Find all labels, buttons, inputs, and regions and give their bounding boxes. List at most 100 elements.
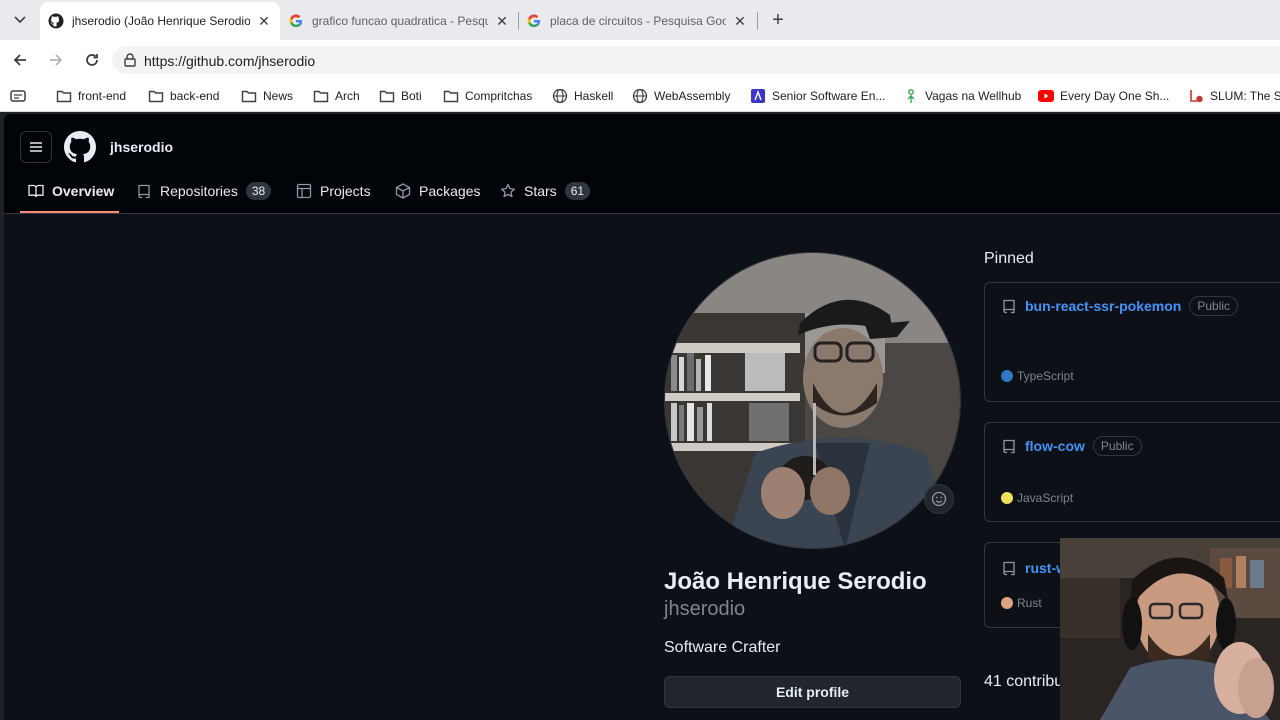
smiley-icon <box>931 491 947 507</box>
bookmark-front-end[interactable]: front-end <box>56 86 126 106</box>
repo-icon <box>1001 298 1017 314</box>
github-logo-icon[interactable] <box>64 131 96 163</box>
language-color-dot <box>1001 597 1013 609</box>
tab-strip: jhserodio (João Henrique Serodio) ✕ graf… <box>0 0 1280 40</box>
globe-icon <box>632 88 648 104</box>
profile-full-name: João Henrique Serodio <box>664 568 927 595</box>
menu-button[interactable] <box>20 131 52 163</box>
tab-stars[interactable]: Stars 61 <box>500 180 591 202</box>
profile-avatar[interactable] <box>664 252 961 549</box>
bookmark-boti[interactable]: Boti <box>379 86 422 106</box>
reading-mode-button[interactable] <box>10 86 32 106</box>
bookmark-label: Compritchas <box>465 89 533 103</box>
tab-google-search-1[interactable]: grafico funcao quadratica - Pesquisa Goo… <box>280 2 518 40</box>
tab-github[interactable]: jhserodio (João Henrique Serodio) ✕ <box>40 2 280 40</box>
bookmark-wellhub[interactable]: Vagas na Wellhub <box>903 86 1021 106</box>
chevron-down-icon <box>14 16 26 24</box>
nav-label: Packages <box>419 183 481 199</box>
bookmark-every-day[interactable]: Every Day One Sh... <box>1038 86 1169 106</box>
reload-button[interactable] <box>80 48 104 72</box>
reload-icon <box>86 54 98 66</box>
url-text[interactable]: https://github.com/jhserodio <box>144 53 315 69</box>
back-button[interactable] <box>8 48 32 72</box>
close-tab-icon[interactable]: ✕ <box>494 13 510 29</box>
set-status-button[interactable] <box>924 484 954 514</box>
webcam-person <box>1060 538 1280 720</box>
bookmark-compritchas[interactable]: Compritchas <box>443 86 532 106</box>
bookmark-label: News <box>263 89 294 103</box>
bookmark-arch[interactable]: Arch <box>313 86 360 106</box>
table-icon <box>296 183 312 199</box>
site-info-icon[interactable] <box>122 52 138 68</box>
bookmark-label: WebAssembly <box>654 89 731 103</box>
close-tab-icon[interactable]: ✕ <box>732 13 748 29</box>
folder-icon <box>148 88 164 104</box>
card-icon <box>10 88 26 104</box>
bookmark-label: Senior Software En... <box>772 89 886 103</box>
header-username[interactable]: jhserodio <box>110 139 173 155</box>
language-color-dot <box>1001 370 1013 382</box>
bookmark-haskell[interactable]: Haskell <box>552 86 613 106</box>
nav-label: Stars <box>524 183 557 199</box>
pinned-repo-header: rust-w <box>1001 558 1067 578</box>
nav-label: Overview <box>52 183 115 199</box>
tab-google-search-2[interactable]: placa de circuitos - Pesquisa Google ✕ <box>518 2 756 40</box>
bookmark-label: Arch <box>335 89 360 103</box>
repositories-count-badge: 38 <box>245 182 272 200</box>
tab-projects[interactable]: Projects <box>296 180 371 202</box>
selected-tab-indicator <box>20 211 119 213</box>
bookmark-news[interactable]: News <box>241 86 293 106</box>
bookmark-label: SLUM: The Sl <box>1210 89 1280 103</box>
close-tab-icon[interactable]: ✕ <box>256 13 272 29</box>
repo-icon <box>1001 560 1017 576</box>
nav-label: Repositories <box>160 183 238 199</box>
repo-link[interactable]: flow-cow <box>1025 438 1085 454</box>
avatar-photo <box>665 253 960 548</box>
bookmark-webassembly[interactable]: WebAssembly <box>632 86 730 106</box>
arrow-right-icon <box>50 54 63 66</box>
nav-label: Projects <box>320 183 371 199</box>
bookmark-label: Boti <box>401 89 422 103</box>
stars-count-badge: 61 <box>564 182 591 200</box>
repo-link[interactable]: bun-react-ssr-pokemon <box>1025 298 1181 314</box>
language-label: Rust <box>1017 596 1042 610</box>
repo-language: TypeScript <box>1001 369 1074 383</box>
folder-icon <box>443 88 459 104</box>
bookmark-label: back-end <box>170 89 220 103</box>
language-label: TypeScript <box>1017 369 1074 383</box>
contributions-heading: 41 contribu <box>984 673 1064 690</box>
bookmark-back-end[interactable]: back-end <box>148 86 219 106</box>
bookmark-label: Haskell <box>574 89 614 103</box>
repo-icon <box>136 183 152 199</box>
wellhub-icon <box>903 88 919 104</box>
new-tab-button[interactable]: + <box>766 8 790 32</box>
folder-icon <box>56 88 72 104</box>
forward-button[interactable] <box>44 48 68 72</box>
tab-search-button[interactable] <box>8 8 32 32</box>
linear-icon <box>750 88 766 104</box>
pinned-heading: Pinned <box>984 250 1034 267</box>
profile-login: jhserodio <box>664 598 746 620</box>
bookmark-label: Vagas na Wellhub <box>925 89 1022 103</box>
tab-title: jhserodio (João Henrique Serodio) <box>72 14 250 28</box>
tab-packages[interactable]: Packages <box>395 180 480 202</box>
globe-icon <box>552 88 568 104</box>
webcam-overlay <box>1060 538 1280 720</box>
language-label: JavaScript <box>1017 491 1074 505</box>
visibility-badge: Public <box>1189 296 1239 316</box>
bookmark-senior-software[interactable]: Senior Software En... <box>750 86 885 106</box>
edit-profile-button[interactable]: Edit profile <box>664 676 961 708</box>
slum-icon <box>1188 88 1204 104</box>
tab-overview[interactable]: Overview <box>28 180 114 202</box>
book-icon <box>28 183 44 199</box>
pinned-repo-header: bun-react-ssr-pokemon Public <box>1001 296 1239 316</box>
repo-language: JavaScript <box>1001 491 1073 505</box>
google-favicon-icon <box>288 13 304 29</box>
bookmark-slum[interactable]: SLUM: The Sl <box>1188 86 1280 106</box>
tab-divider <box>757 12 758 30</box>
star-icon <box>500 183 516 199</box>
tab-repositories[interactable]: Repositories 38 <box>136 180 272 202</box>
folder-icon <box>313 88 329 104</box>
profile-bio: Software Crafter <box>664 639 781 656</box>
bookmark-label: front-end <box>78 89 127 103</box>
